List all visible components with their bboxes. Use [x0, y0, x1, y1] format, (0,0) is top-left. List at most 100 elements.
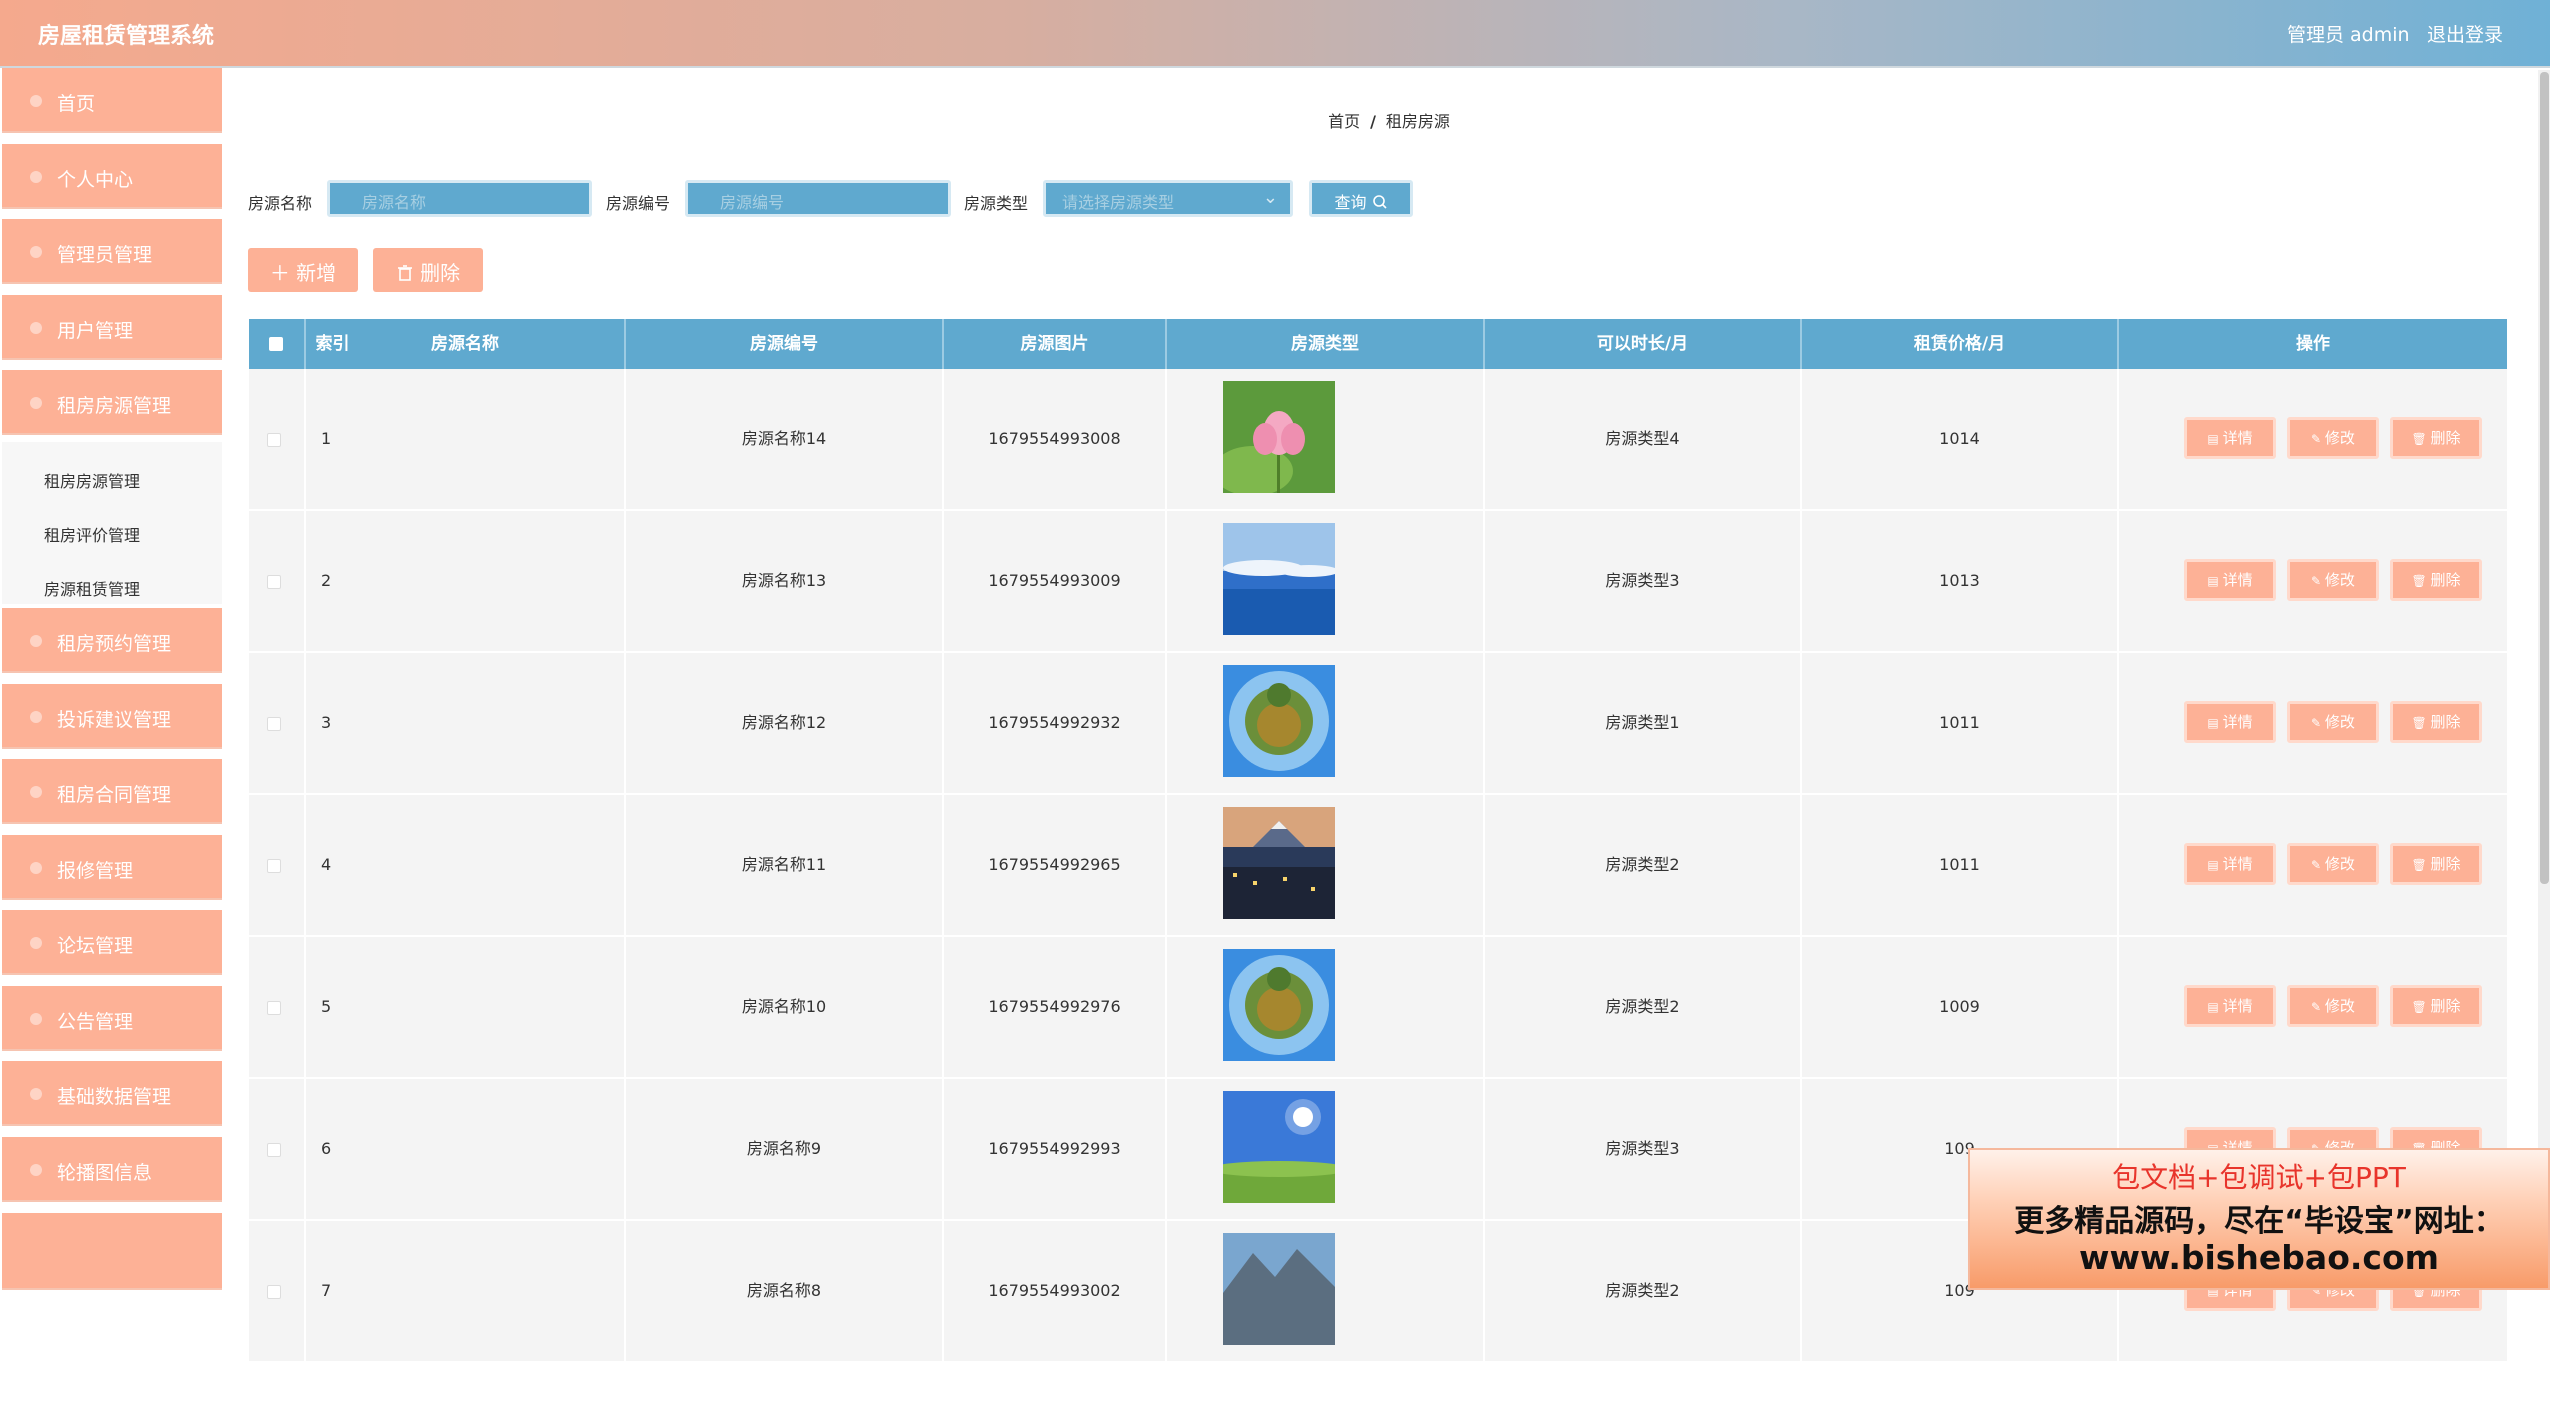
trash-icon	[397, 265, 412, 281]
admin-user-label: 管理员 admin	[2287, 24, 2410, 46]
row-image-cell	[1165, 937, 1483, 1077]
select-all-cell	[249, 319, 304, 369]
listing-thumbnail[interactable]	[1223, 949, 1335, 1061]
column-header-type: 房源类型	[1165, 319, 1483, 369]
search-icon	[1372, 195, 1387, 209]
row-delete-button[interactable]: 🗑 删除	[2390, 701, 2482, 743]
trash-icon: 🗑	[2411, 1000, 2431, 1014]
row-detail-button[interactable]: ▤ 详情	[2184, 701, 2276, 743]
row-name: 房源名称8	[624, 1221, 942, 1361]
row-index: 1	[304, 369, 624, 509]
submenu-item-leases[interactable]: 房源租赁管理	[44, 576, 140, 600]
breadcrumb-separator: /	[1370, 112, 1376, 131]
sidebar-item-label: 投诉建议管理	[57, 709, 172, 731]
row-actions-cell: ▤ 详情 ✎ 修改 🗑 删除	[2117, 511, 2507, 651]
table-row: 1 房源名称14 1679554993008 房源类型4 1014 ▤ 详情 ✎ 修改 🗑 删…	[249, 369, 2507, 511]
sidebar-item-carousel[interactable]: 轮播图信息	[2, 1137, 222, 1205]
bulk-delete-button[interactable]: 删除	[373, 248, 483, 292]
type-filter-select[interactable]: 请选择房源类型 ⌄	[1043, 180, 1293, 217]
row-duration: 1014	[1800, 369, 2117, 509]
sidebar-item-label: 租房房源管理	[57, 395, 172, 417]
listing-thumbnail[interactable]	[1223, 807, 1335, 919]
row-detail-button[interactable]: ▤ 详情	[2184, 559, 2276, 601]
row-detail-button[interactable]: ▤ 详情	[2184, 985, 2276, 1027]
sidebar-item-repairs[interactable]: 报修管理	[2, 835, 222, 903]
row-checkbox[interactable]	[267, 717, 281, 731]
row-edit-button[interactable]: ✎ 修改	[2287, 701, 2379, 743]
row-checkbox[interactable]	[267, 1285, 281, 1299]
detail-icon: ▤	[2207, 858, 2223, 872]
row-delete-label: 删除	[2430, 571, 2461, 589]
sidebar-item-reservations[interactable]: 租房预约管理	[2, 608, 222, 676]
row-checkbox[interactable]	[267, 575, 281, 589]
row-checkbox[interactable]	[267, 1143, 281, 1157]
sidebar-item-admins[interactable]: 管理员管理	[2, 219, 222, 287]
sidebar-item-base-data[interactable]: 基础数据管理	[2, 1061, 222, 1129]
query-button[interactable]: 查询	[1309, 180, 1413, 217]
breadcrumb-home[interactable]: 首页	[1328, 112, 1360, 131]
row-detail-label: 详情	[2222, 429, 2253, 447]
edit-icon: ✎	[2311, 1000, 2325, 1014]
row-delete-button[interactable]: 🗑 删除	[2390, 417, 2482, 459]
row-detail-button[interactable]: ▤ 详情	[2184, 417, 2276, 459]
sidebar-item-label: 个人中心	[57, 169, 134, 191]
row-delete-button[interactable]: 🗑 删除	[2390, 843, 2482, 885]
name-filter-input[interactable]: 房源名称	[327, 180, 592, 217]
add-button[interactable]: ＋ 新增	[248, 248, 358, 292]
edit-icon: ✎	[2311, 574, 2325, 588]
row-duration: 1011	[1800, 653, 2117, 793]
row-delete-label: 删除	[2430, 855, 2461, 873]
wrench-icon	[30, 862, 42, 874]
listing-thumbnail[interactable]	[1223, 1233, 1335, 1345]
sidebar-item-users[interactable]: 用户管理	[2, 295, 222, 363]
breadcrumb: 首页 / 租房房源	[224, 108, 2550, 132]
row-detail-button[interactable]: ▤ 详情	[2184, 843, 2276, 885]
listing-thumbnail[interactable]	[1223, 665, 1335, 777]
row-detail-label: 详情	[2222, 855, 2253, 873]
row-name: 房源名称13	[624, 511, 942, 651]
row-edit-button[interactable]: ✎ 修改	[2287, 559, 2379, 601]
row-checkbox[interactable]	[267, 433, 281, 447]
row-name: 房源名称11	[624, 795, 942, 935]
row-delete-button[interactable]: 🗑 删除	[2390, 985, 2482, 1027]
sidebar-item-home[interactable]: 首页	[2, 68, 222, 136]
row-edit-button[interactable]: ✎ 修改	[2287, 843, 2379, 885]
row-type: 房源类型1	[1483, 653, 1800, 793]
row-checkbox[interactable]	[267, 859, 281, 873]
chat-icon	[30, 937, 42, 949]
table-row: 3 房源名称12 1679554992932 房源类型1 1011 ▤ 详情 ✎ 修改 🗑 删…	[249, 653, 2507, 795]
sidebar-item-listings[interactable]: 租房房源管理	[2, 370, 222, 438]
row-code: 1679554992993	[942, 1079, 1165, 1219]
sidebar-item-contracts[interactable]: 租房合同管理	[2, 759, 222, 827]
row-name: 房源名称12	[624, 653, 942, 793]
row-edit-button[interactable]: ✎ 修改	[2287, 417, 2379, 459]
logout-link[interactable]: 退出登录	[2427, 20, 2503, 47]
sidebar-item-profile[interactable]: 个人中心	[2, 144, 222, 212]
row-actions-cell: ▤ 详情 ✎ 修改 🗑 删除	[2117, 937, 2507, 1077]
code-filter-input[interactable]: 房源编号	[685, 180, 951, 217]
scrollbar-thumb[interactable]	[2540, 72, 2549, 884]
row-delete-button[interactable]: 🗑 删除	[2390, 559, 2482, 601]
submenu-item-reviews[interactable]: 租房评价管理	[44, 522, 140, 546]
row-index: 3	[304, 653, 624, 793]
detail-icon: ▤	[2207, 1000, 2223, 1014]
row-duration: 1013	[1800, 511, 2117, 651]
listing-thumbnail[interactable]	[1223, 523, 1339, 635]
listing-thumbnail[interactable]	[1209, 1091, 1349, 1203]
row-edit-button[interactable]: ✎ 修改	[2287, 985, 2379, 1027]
sidebar-item-complaints[interactable]: 投诉建议管理	[2, 684, 222, 752]
sidebar-item-notices[interactable]: 公告管理	[2, 986, 222, 1054]
type-filter-label: 房源类型	[964, 194, 1029, 213]
submenu-item-listings[interactable]: 租房房源管理	[44, 468, 140, 492]
detail-icon: ▤	[2207, 574, 2223, 588]
select-all-checkbox[interactable]	[269, 337, 283, 351]
listing-thumbnail[interactable]	[1213, 381, 1335, 496]
row-delete-label: 删除	[2430, 997, 2461, 1015]
row-edit-label: 修改	[2324, 571, 2355, 589]
sidebar-item-forum[interactable]: 论坛管理	[2, 910, 222, 978]
column-header-price: 租赁价格/月	[1800, 319, 2117, 369]
row-index: 5	[304, 937, 624, 1077]
row-checkbox[interactable]	[267, 1001, 281, 1015]
row-code: 1679554993008	[942, 369, 1165, 509]
row-select-cell	[249, 1079, 304, 1219]
